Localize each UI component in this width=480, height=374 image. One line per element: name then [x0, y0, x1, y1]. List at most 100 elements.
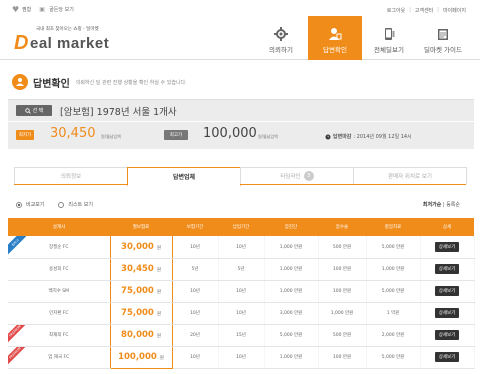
cancer-diagnosis: 3,000 만원	[264, 302, 319, 325]
person-icon	[329, 28, 342, 40]
table-row: 백지수 SM 75,000 원 10년 10년 1,000 만원 100 만원 5,000 …	[8, 280, 475, 303]
chemotherapy: 5,000 만원	[366, 346, 421, 369]
view-options: 비교보기 리스트 보기	[16, 201, 93, 208]
insurance-term: 10년	[172, 302, 219, 325]
sort-registered[interactable]: 등록순	[446, 202, 460, 208]
nav-all-deals[interactable]: 전체딜보기	[362, 16, 416, 60]
nav-request[interactable]: 의뢰하기	[254, 16, 308, 60]
cancer-surgery: 500 만원	[318, 236, 367, 259]
tab-request-info[interactable]: 의뢰정보	[14, 167, 128, 184]
payment-term: 10년	[218, 346, 265, 369]
timeline-count-badge: 3	[303, 171, 314, 181]
agent-name: PREMIUM 최재희 FC	[8, 324, 111, 347]
book-icon	[438, 29, 448, 40]
payment-term: 15년	[218, 324, 265, 347]
monthly-price: 30,000 원	[109, 236, 173, 259]
max-price-value: 100,000	[203, 126, 257, 141]
max-price-unit: 원/월납입액	[258, 134, 278, 139]
tab-seller-location[interactable]: 판매자 위치로 보기	[353, 167, 467, 184]
mypage-link[interactable]: 마이페이지	[443, 7, 466, 14]
header: 국내 최초 찾아오는 쇼핑 - 딜마켓 D eal market 의뢰하기 답변…	[0, 16, 480, 60]
divider	[8, 121, 474, 122]
list-view-radio[interactable]	[58, 201, 65, 208]
payment-term: 5년	[218, 258, 265, 281]
table-row: 최저가 장필순 FC 30,000 원 10년 10년 1,000 만원 500 만원 5,0…	[8, 236, 475, 259]
detail-cell: 상세보기	[420, 302, 475, 325]
chemotherapy: 5,000 만원	[366, 280, 421, 303]
payment-term: 10년	[218, 236, 265, 259]
chemotherapy: 1,000 만원	[366, 258, 421, 281]
product-name: [암보험] 1978년 서울 1개사	[60, 107, 177, 118]
tab-bar: 의뢰정보 답변업체 타임라인 3 판매자 위치로 보기	[14, 167, 467, 186]
detail-cell: 상세보기	[420, 258, 475, 281]
sort-options: 최저가순 | 등록순	[422, 202, 460, 208]
deadline: 답변마감 : 2014년 09월 12일 14시	[325, 133, 412, 140]
min-price-label: 최저가	[16, 130, 34, 140]
customer-center-link[interactable]: 고객센터	[415, 7, 433, 14]
wishlist-link[interactable]: ♥ 찜함	[12, 5, 31, 14]
clock-icon	[325, 134, 331, 139]
detail-button[interactable]: 상세보기	[434, 241, 460, 252]
monthly-price: 30,450 원	[109, 258, 173, 281]
row-ribbon: PREMIUM	[8, 324, 26, 343]
cancer-surgery: 100 만원	[318, 258, 367, 281]
detail-button[interactable]: 상세보기	[434, 264, 460, 274]
cancer-surgery: 100 만원	[318, 346, 367, 369]
logout-link[interactable]: 로그아웃	[387, 7, 405, 14]
monthly-price: 75,000 원	[109, 280, 173, 303]
insurance-term: 10년	[172, 236, 219, 259]
sort-lowest-price[interactable]: 최저가순	[423, 202, 441, 208]
insurance-term: 10년	[172, 346, 219, 369]
cancer-diagnosis: 5,000 만원	[264, 324, 319, 347]
phone-icon	[385, 28, 395, 40]
nav-guide[interactable]: 딜마켓 가이드	[416, 16, 470, 60]
monthly-price: 75,000 원	[109, 302, 173, 325]
agent-name: 용성희 FC	[8, 258, 111, 281]
page-title-area: 답변확인 의뢰하신 딜 관련 진행 상황을 확인 하실 수 있습니다.	[12, 72, 187, 92]
row-ribbon: PREMIUM	[8, 346, 26, 365]
cancer-diagnosis: 1,000 만원	[264, 346, 319, 369]
detail-button[interactable]: 상세보기	[434, 330, 460, 340]
detail-button[interactable]: 상세보기	[434, 352, 460, 362]
tab-answer-companies[interactable]: 답변업체	[127, 167, 241, 186]
insurance-term: 10년	[172, 280, 219, 303]
answer-table: 설계사 월보험료 보험기간 납입기간 암진단 암수술 항암치료 상세 최저가 장필…	[8, 218, 475, 369]
nav-answer-check[interactable]: 답변확인	[308, 16, 362, 60]
tab-timeline[interactable]: 타임라인 3	[240, 167, 354, 184]
logo-d-mark: D	[14, 32, 29, 54]
table-row: 인지환 FC 75,000 원 10년 10년 3,000 만원 1,000 만원 1 억원…	[8, 302, 475, 325]
chemotherapy: 2,000 만원	[366, 324, 421, 347]
detail-cell: 상세보기	[420, 346, 475, 369]
detail-button[interactable]: 상세보기	[434, 286, 460, 296]
monthly-price: 80,000 원	[109, 324, 173, 347]
logo[interactable]: 국내 최초 찾아오는 쇼핑 - 딜마켓 D eal market	[14, 26, 124, 58]
cancer-surgery: 1,000 만원	[318, 302, 367, 325]
table-row: PREMIUM 최재희 FC 80,000 원 20년 15년 5,000 만원 500 만…	[8, 324, 475, 347]
detail-button[interactable]: 상세보기	[434, 308, 460, 318]
payment-term: 10년	[218, 302, 265, 325]
logo-text: eal market	[30, 35, 110, 52]
cancer-surgery: 500 만원	[318, 324, 367, 347]
golden-link[interactable]: ▣ 골든당 보기	[39, 6, 74, 13]
detail-cell: 상세보기	[420, 236, 475, 259]
agent-name: PREMIUM 엄 재국 FC	[8, 346, 111, 369]
gear-icon	[274, 27, 288, 41]
agent-name: 인지환 FC	[8, 302, 111, 325]
cancer-diagnosis: 1,000 만원	[264, 236, 319, 259]
chemotherapy: 1 억원	[366, 302, 421, 325]
heart-icon: ♥	[12, 5, 20, 14]
main-nav: 의뢰하기 답변확인 전체딜보기 딜마켓 가이드	[254, 16, 470, 60]
agent-name: 백지수 SM	[8, 280, 111, 303]
payment-term: 10년	[218, 280, 265, 303]
table-header: 설계사 월보험료 보험기간 납입기간 암진단 암수술 항암치료 상세	[8, 218, 474, 236]
select-button[interactable]: 선 택	[16, 105, 52, 116]
box-icon: ▣	[39, 6, 45, 13]
cancer-diagnosis: 1,000 만원	[264, 280, 319, 303]
row-ribbon: 최저가	[8, 236, 26, 254]
min-price-unit: 원/월납입액	[101, 134, 121, 139]
table-row: PREMIUM 엄 재국 FC 100,000 원 10년 10년 1,000 만원 100…	[8, 346, 475, 369]
table-row: 용성희 FC 30,450 원 5년 5년 1,000 만원 100 만원 1,000 만원…	[8, 258, 475, 281]
chemotherapy: 5,000 만원	[366, 236, 421, 259]
compare-view-radio[interactable]	[16, 201, 22, 208]
monthly-price: 100,000 원	[109, 346, 173, 369]
